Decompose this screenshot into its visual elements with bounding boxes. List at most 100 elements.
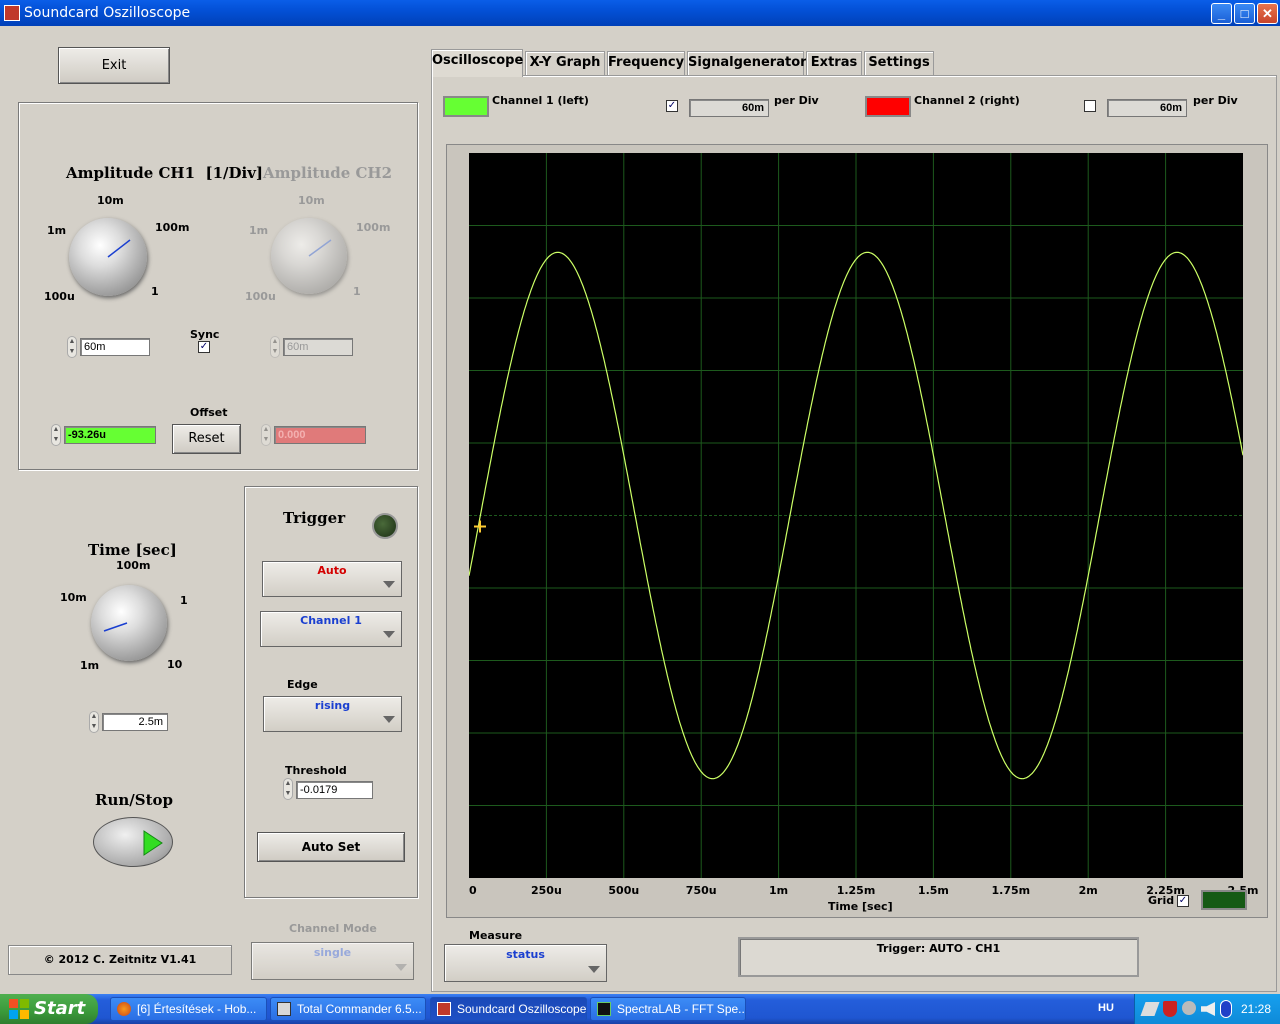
taskbar-item-label: Total Commander 6.5... (297, 1002, 422, 1016)
x-tick-label: 1.5m (917, 884, 949, 897)
amp-ch1-input[interactable]: 60m (80, 338, 150, 356)
threshold-spinner[interactable]: ▲ ▼ (283, 778, 293, 800)
shield-icon[interactable] (1163, 1001, 1177, 1017)
tab-frequency[interactable]: Frequency (607, 51, 685, 75)
tab-xy-graph[interactable]: X-Y Graph (525, 51, 605, 75)
amp1-spinner[interactable]: ▲ ▼ (67, 336, 77, 358)
bluetooth-icon[interactable] (1220, 1000, 1232, 1018)
offset2-spinner[interactable]: ▲ ▼ (261, 424, 271, 446)
network-icon[interactable] (1140, 1002, 1160, 1016)
sync-checkbox[interactable]: ✓ (198, 341, 210, 353)
firefox-icon (117, 1002, 131, 1016)
time-input[interactable]: 2.5m (102, 713, 168, 731)
amp2-tick-100m: 100m (356, 221, 391, 234)
trigger-title: Trigger (283, 509, 346, 527)
offset-label: Offset (190, 406, 228, 419)
trigger-channel-value: Channel 1 (300, 614, 362, 627)
x-tick-label: 1.75m (991, 884, 1031, 897)
taskbar-item-firefox[interactable]: [6] Értesítések - Hob... (110, 997, 267, 1021)
knob-pointer (107, 239, 131, 258)
channel2-label: Channel 2 (right) (914, 94, 1020, 107)
time-spinner[interactable]: ▲ ▼ (89, 711, 99, 733)
copyright: © 2012 C. Zeitnitz V1.41 (8, 945, 232, 975)
amp2-tick-1: 1 (353, 285, 361, 298)
auto-set-button[interactable]: Auto Set (257, 832, 405, 862)
threshold-input[interactable]: -0.0179 (296, 781, 373, 799)
tab-signalgenerator[interactable]: Signalgenerator (687, 51, 807, 75)
scope-plot[interactable] (469, 153, 1243, 878)
measure-dropdown[interactable]: status (444, 944, 607, 982)
channel1-checkbox[interactable]: ✓ (666, 100, 678, 112)
amp2-tick-10m: 10m (298, 194, 325, 207)
run-stop-button[interactable] (93, 817, 173, 867)
amplitude-ch2-knob[interactable] (271, 218, 347, 294)
channel1-color-swatch[interactable] (443, 96, 489, 117)
tab-oscilloscope[interactable]: Oscilloscope (431, 49, 523, 77)
close-button[interactable]: ✕ (1257, 3, 1278, 24)
trigger-led (372, 513, 398, 539)
tab-settings[interactable]: Settings (864, 51, 934, 75)
windows-logo-icon (9, 999, 29, 1019)
language-indicator[interactable]: HU (1098, 1002, 1114, 1014)
spectrum-icon (597, 1002, 611, 1016)
volume-icon[interactable] (1201, 1002, 1215, 1016)
time-tick-100m: 100m (116, 559, 151, 572)
chevron-down-icon (588, 966, 600, 973)
play-icon (143, 830, 163, 856)
amp-ch2-input[interactable]: 60m (283, 338, 353, 356)
trigger-mode-dropdown[interactable]: Auto (262, 561, 402, 597)
amp-ch2-title: Amplitude CH2 (263, 164, 393, 182)
sync-label: Sync (190, 328, 220, 341)
offset-ch1-input[interactable]: -93.26u (64, 426, 156, 444)
amp1-tick-10m: 10m (97, 194, 124, 207)
channel2-color-swatch[interactable] (865, 96, 911, 117)
maximize-button[interactable]: □ (1234, 3, 1255, 24)
oscilloscope-app-icon (437, 1002, 451, 1016)
time-tick-10: 10 (167, 658, 183, 671)
knob-pointer (308, 239, 332, 257)
channel2-per-div-label: per Div (1193, 94, 1238, 107)
taskbar-item-total-commander[interactable]: Total Commander 6.5... (270, 997, 426, 1021)
x-tick-label: 2m (1078, 884, 1098, 897)
amp2-spinner[interactable]: ▲ ▼ (270, 336, 280, 358)
channel1-label: Channel 1 (left) (492, 94, 589, 107)
x-tick-label: 250u (530, 884, 562, 897)
channel-mode-label: Channel Mode (289, 922, 377, 935)
title-bar: Soundcard Oszilloscope _ □ ✕ (0, 0, 1280, 26)
window-title: Soundcard Oszilloscope (24, 5, 191, 21)
offset1-spinner[interactable]: ▲ ▼ (51, 424, 61, 446)
channel-mode-dropdown[interactable]: single (251, 942, 414, 980)
exit-button[interactable]: Exit (58, 47, 170, 84)
channel2-per-div-input[interactable]: 60m (1107, 99, 1187, 117)
channel1-per-div-label: per Div (774, 94, 819, 107)
start-label: Start (34, 998, 86, 1019)
amp-ch1-title-text: Amplitude CH1 (66, 164, 196, 182)
grid-checkbox[interactable]: ✓ (1177, 895, 1189, 907)
edge-dropdown[interactable]: rising (263, 696, 402, 732)
chevron-down-icon (383, 631, 395, 638)
channel1-per-div-input[interactable]: 60m (689, 99, 769, 117)
edge-label: Edge (287, 678, 318, 691)
taskbar-item-oscilloscope[interactable]: Soundcard Oszilloscope (430, 997, 587, 1021)
minimize-button[interactable]: _ (1211, 3, 1232, 24)
time-tick-10m: 10m (60, 591, 87, 604)
amp2-tick-1m: 1m (249, 224, 269, 237)
grid-color-swatch[interactable] (1201, 890, 1247, 910)
security-icon[interactable] (1182, 1001, 1196, 1015)
edge-value: rising (314, 699, 351, 712)
start-button[interactable]: Start (0, 994, 98, 1024)
taskbar-item-spectralab[interactable]: SpectraLAB - FFT Spe... (590, 997, 746, 1021)
offset-ch2-input[interactable]: 0.000 (274, 426, 366, 444)
channel2-checkbox[interactable] (1084, 100, 1096, 112)
trigger-channel-dropdown[interactable]: Channel 1 (260, 611, 402, 647)
time-knob[interactable] (91, 585, 167, 661)
reset-button[interactable]: Reset (172, 424, 241, 454)
time-title: Time [sec] (88, 541, 177, 559)
amplitude-ch1-knob[interactable] (69, 218, 147, 296)
tab-extras[interactable]: Extras (806, 51, 862, 75)
amp-ch1-unit: [1/Div] (205, 164, 264, 182)
amp1-tick-100m: 100m (155, 221, 190, 234)
trigger-marker-icon[interactable] (474, 520, 486, 533)
chevron-down-icon (395, 964, 407, 971)
amp1-tick-1m: 1m (47, 224, 67, 237)
